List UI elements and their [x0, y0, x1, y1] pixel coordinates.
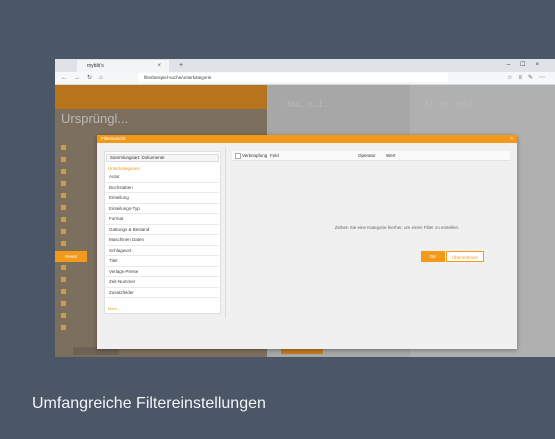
- list-item[interactable]: Einteilungs-Typ: [106, 204, 219, 214]
- list-item[interactable]: Einteilung: [106, 193, 219, 204]
- background-heading-left: Ursprüngl...: [61, 111, 129, 126]
- apply-button[interactable]: Übernehmen: [446, 251, 484, 262]
- ok-button[interactable]: OK: [421, 251, 445, 262]
- list-item[interactable]: Autor: [106, 172, 219, 183]
- refresh-icon[interactable]: ↻: [87, 75, 99, 81]
- url-field[interactable]: filterbeispiel-suche/unterkategorie: [138, 73, 448, 82]
- categories-heading: Unterkategorien: [108, 166, 141, 171]
- arrow-left-icon[interactable]: ←: [61, 75, 74, 81]
- list-item[interactable]: Zeit-Nummer: [106, 277, 219, 288]
- panel-divider: [225, 148, 226, 318]
- column-header-value: Wert: [386, 153, 396, 158]
- close-tab-icon[interactable]: ×: [157, 60, 161, 72]
- list-item[interactable]: Buchstaben: [106, 183, 219, 193]
- background-heading-right: M...m...ortal: [425, 99, 473, 109]
- background-heading-center: Ma...n...f...: [287, 99, 330, 109]
- new-tab-icon[interactable]: +: [179, 60, 183, 71]
- filter-dialog: Filteransicht × Sammlungsart: Dokumente …: [97, 135, 517, 349]
- browser-tab[interactable]: mybib's ×: [77, 60, 169, 72]
- home-icon[interactable]: ⌂: [99, 75, 110, 81]
- column-header-operator: Operator: [358, 153, 376, 158]
- list-item[interactable]: Maschinen Daten: [106, 235, 219, 246]
- column-header-link: Verknüpfung: [242, 153, 268, 158]
- dialog-title: Filteransicht: [101, 136, 126, 141]
- column-header-field: Feld: [270, 153, 279, 158]
- reset-button[interactable]: Reset: [55, 251, 87, 262]
- tab-bar: mybib's × + –☐×: [55, 59, 555, 72]
- caption: Umfangreiche Filtereinstellungen: [32, 395, 266, 412]
- filter-table-header: Verknüpfung Feld Operator Wert: [232, 151, 510, 161]
- window-controls[interactable]: –☐×: [507, 60, 549, 71]
- more-link[interactable]: Mehr...: [108, 306, 120, 311]
- list-item[interactable]: Zusatzfelder: [106, 288, 219, 298]
- list-item[interactable]: Gattungs & Bestand: [106, 225, 219, 235]
- list-item[interactable]: Titel: [106, 256, 219, 267]
- filter-panel: Verknüpfung Feld Operator Wert Ziehen Si…: [232, 151, 510, 314]
- address-bar: ←→↻⌂ filterbeispiel-suche/unterkategorie…: [55, 72, 555, 85]
- browser-tools[interactable]: ☆≡✎⋯: [507, 72, 551, 84]
- tab-title: mybib's: [87, 63, 104, 69]
- empty-state-text: Ziehen Sie eine Kategorie hierher, um ei…: [334, 225, 460, 230]
- collection-type-select[interactable]: Sammlungsart: Dokumente: [106, 154, 219, 162]
- close-icon[interactable]: ×: [510, 135, 513, 143]
- app-header: [55, 85, 267, 109]
- list-item[interactable]: Verlags-Preise: [106, 267, 219, 277]
- select-all-checkbox[interactable]: [235, 153, 241, 159]
- category-panel: Sammlungsart: Dokumente Unterkategorien …: [104, 151, 221, 314]
- arrow-right-icon[interactable]: →: [74, 75, 87, 81]
- category-list: Autor Buchstaben Einteilung Einteilungs-…: [106, 172, 219, 298]
- nav-buttons[interactable]: ←→↻⌂: [61, 72, 110, 84]
- dialog-header: Filteransicht ×: [97, 135, 517, 143]
- list-item[interactable]: Schlagwort: [106, 246, 219, 256]
- list-item[interactable]: Format: [106, 214, 219, 225]
